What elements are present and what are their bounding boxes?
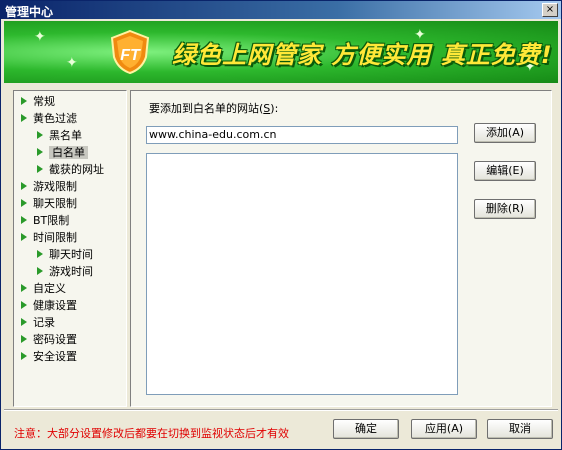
tree-arrow-icon [37,148,43,156]
tree-arrow-icon [21,233,27,241]
footer-divider [4,409,558,411]
tree-item-game-limit[interactable]: 游戏限制 [21,179,77,195]
tree-arrow-icon [21,182,27,190]
tree-arrow-icon [21,97,27,105]
title-bar[interactable]: 管理中心 × [1,1,561,19]
notice-text: 注意：大部分设置修改后都要在切换到监视状态后才有效 [14,427,289,440]
tree-item-records[interactable]: 记录 [21,315,55,331]
delete-button[interactable]: 删除(R) [474,199,536,219]
tree-item-custom[interactable]: 自定义 [21,281,66,297]
tree-arrow-icon [37,165,43,173]
apply-button[interactable]: 应用(A) [411,419,477,439]
tree-item-chat-limit[interactable]: 聊天限制 [21,196,77,212]
cancel-button[interactable]: 取消 [487,419,553,439]
whitelist-panel: 要添加到白名单的网站(S): www.china-edu.com.cn 添加(A… [130,90,552,407]
window-title: 管理中心 [5,5,54,19]
tree-arrow-icon [21,199,27,207]
tree-arrow-icon [21,318,27,326]
whitelist-site-list[interactable] [146,153,458,395]
content-area: 常规 黄色过滤 黑名单 白名单 截获的网址 游戏限制 聊天限制 BT限制 时间限… [4,85,558,407]
tree-item-porn-filter[interactable]: 黄色过滤 [21,111,77,127]
tree-item-blacklist[interactable]: 黑名单 [37,128,82,144]
whitelist-prompt-label: 要添加到白名单的网站(S): [149,102,279,115]
banner-slogan: 绿色上网管家 方便实用 真正免费! [172,41,553,69]
tree-item-game-time[interactable]: 游戏时间 [37,264,93,280]
tree-item-whitelist[interactable]: 白名单 [37,145,88,161]
add-button[interactable]: 添加(A) [474,123,536,143]
tree-item-password-settings[interactable]: 密码设置 [21,332,77,348]
tree-item-general[interactable]: 常规 [21,94,55,110]
tree-arrow-icon [21,335,27,343]
tree-arrow-icon [21,352,27,360]
sparkle-icon: ✦ [66,55,78,71]
sparkle-icon: ✦ [34,29,46,45]
tree-arrow-icon [37,267,43,275]
website-input[interactable]: www.china-edu.com.cn [146,126,458,144]
edit-button[interactable]: 编辑(E) [474,161,536,181]
tree-arrow-icon [21,114,27,122]
close-button[interactable]: × [542,3,558,17]
shield-logo-icon: FT [110,29,150,75]
tree-arrow-icon [37,250,43,258]
tree-item-health-settings[interactable]: 健康设置 [21,298,77,314]
tree-arrow-icon [21,284,27,292]
tree-arrow-icon [37,131,43,139]
tree-item-bt-limit[interactable]: BT限制 [21,213,69,229]
tree-item-chat-time[interactable]: 聊天时间 [37,247,93,263]
logo-text: FT [120,47,141,64]
ok-button[interactable]: 确定 [333,419,399,439]
management-center-window: 管理中心 × ✦ ✦ ✦ ✦ FT 绿色上网管家 方便实用 真正免费! 常规 黄… [0,0,562,450]
tree-item-time-limit[interactable]: 时间限制 [21,230,77,246]
tree-item-intercepted-urls[interactable]: 截获的网址 [37,162,104,178]
tree-arrow-icon [21,216,27,224]
tree-item-security-settings[interactable]: 安全设置 [21,349,77,365]
settings-tree[interactable]: 常规 黄色过滤 黑名单 白名单 截获的网址 游戏限制 聊天限制 BT限制 时间限… [13,90,127,407]
tree-arrow-icon [21,301,27,309]
banner: ✦ ✦ ✦ ✦ FT 绿色上网管家 方便实用 真正免费! [4,21,558,83]
